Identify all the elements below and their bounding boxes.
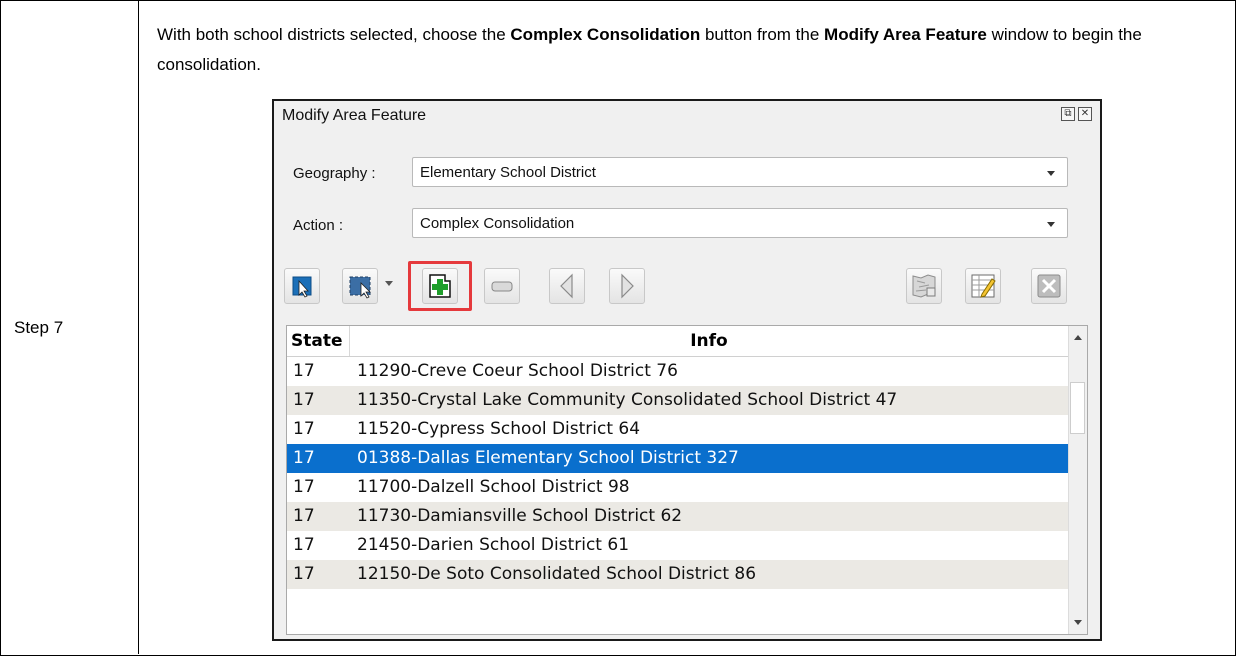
table-header: State Info <box>287 326 1069 357</box>
map-edit-button[interactable] <box>906 268 942 304</box>
cell-state: 17 <box>293 390 315 410</box>
cell-state: 17 <box>293 564 315 584</box>
cell-info: 12150-De Soto Consolidated School Distri… <box>357 564 757 584</box>
scroll-down-icon[interactable] <box>1074 620 1082 625</box>
rectangle-select-button[interactable] <box>342 268 378 304</box>
window-controls: ⧉ ✕ <box>1061 107 1092 121</box>
cell-info: 11700-Dalzell School District 98 <box>357 477 630 497</box>
instruction-text: With both school districts selected, cho… <box>157 20 1217 80</box>
header-info[interactable]: Info <box>349 331 1069 351</box>
action-dropdown[interactable]: Complex Consolidation <box>412 208 1068 238</box>
cell-info: 11350-Crystal Lake Community Consolidate… <box>357 390 898 410</box>
step-label: Step 7 <box>14 318 64 337</box>
cell-state: 17 <box>293 535 315 555</box>
previous-icon <box>560 273 573 299</box>
map-edit-icon <box>912 274 936 298</box>
modify-area-feature-window: Modify Area Feature ⧉ ✕ Geography : Elem… <box>272 99 1102 641</box>
geography-dropdown[interactable]: Elementary School District <box>412 157 1068 187</box>
table-row[interactable]: 17 21450-Darien School District 61 <box>287 531 1069 560</box>
delete-button[interactable] <box>1031 268 1067 304</box>
table-edit-button[interactable] <box>965 268 1001 304</box>
feature-table: State Info 17 11290-Creve Coeur School D… <box>286 325 1088 635</box>
chevron-down-icon[interactable] <box>385 281 393 286</box>
header-state[interactable]: State <box>291 331 343 351</box>
chevron-down-icon <box>1047 222 1055 227</box>
scrollbar-thumb[interactable] <box>1070 382 1085 434</box>
table-row[interactable]: 17 11520-Cypress School District 64 <box>287 415 1069 444</box>
vertical-scrollbar[interactable] <box>1068 326 1087 634</box>
close-icon[interactable]: ✕ <box>1078 107 1092 121</box>
remove-button[interactable] <box>484 268 520 304</box>
cell-state: 17 <box>293 361 315 381</box>
table-row[interactable]: 17 11350-Crystal Lake Community Consolid… <box>287 386 1069 415</box>
instruction-part: With both school districts selected, cho… <box>157 25 511 44</box>
scroll-up-icon[interactable] <box>1074 335 1082 340</box>
action-label: Action : <box>293 217 344 234</box>
table-edit-icon <box>971 274 996 298</box>
table-row[interactable]: 17 11700-Dalzell School District 98 <box>287 473 1069 502</box>
table-row[interactable]: 17 11730-Damiansville School District 62 <box>287 502 1069 531</box>
geography-value: Elementary School District <box>420 164 596 181</box>
next-icon <box>621 273 634 299</box>
highlight-box <box>408 261 472 311</box>
select-feature-icon <box>292 276 312 298</box>
cell-info: 01388-Dallas Elementary School District … <box>357 448 739 468</box>
instruction-part: button from the <box>700 25 825 44</box>
action-value: Complex Consolidation <box>420 215 575 232</box>
cell-info: 11520-Cypress School District 64 <box>357 419 641 439</box>
previous-button[interactable] <box>549 268 585 304</box>
select-feature-button[interactable] <box>284 268 320 304</box>
table-row-selected[interactable]: 17 01388-Dallas Elementary School Distri… <box>287 444 1069 473</box>
cell-state: 17 <box>293 448 315 468</box>
next-button[interactable] <box>609 268 645 304</box>
cell-info: 21450-Darien School District 61 <box>357 535 630 555</box>
remove-icon <box>491 281 513 292</box>
restore-icon[interactable]: ⧉ <box>1061 107 1075 121</box>
cell-info: 11730-Damiansville School District 62 <box>357 506 683 526</box>
rectangle-select-icon <box>349 276 371 299</box>
table-row[interactable]: 17 12150-De Soto Consolidated School Dis… <box>287 560 1069 589</box>
cell-state: 17 <box>293 506 315 526</box>
chevron-down-icon <box>1047 171 1055 176</box>
delete-icon <box>1037 274 1061 298</box>
table-row[interactable]: 17 11290-Creve Coeur School District 76 <box>287 357 1069 386</box>
cell-state: 17 <box>293 477 315 497</box>
cell-state: 17 <box>293 419 315 439</box>
window-title: Modify Area Feature <box>282 107 427 124</box>
instruction-bold: Complex Consolidation <box>510 25 701 44</box>
geography-label: Geography : <box>293 165 376 182</box>
cell-info: 11290-Creve Coeur School District 76 <box>357 361 678 381</box>
instruction-bold: Modify Area Feature <box>824 25 987 44</box>
column-divider <box>138 0 139 654</box>
